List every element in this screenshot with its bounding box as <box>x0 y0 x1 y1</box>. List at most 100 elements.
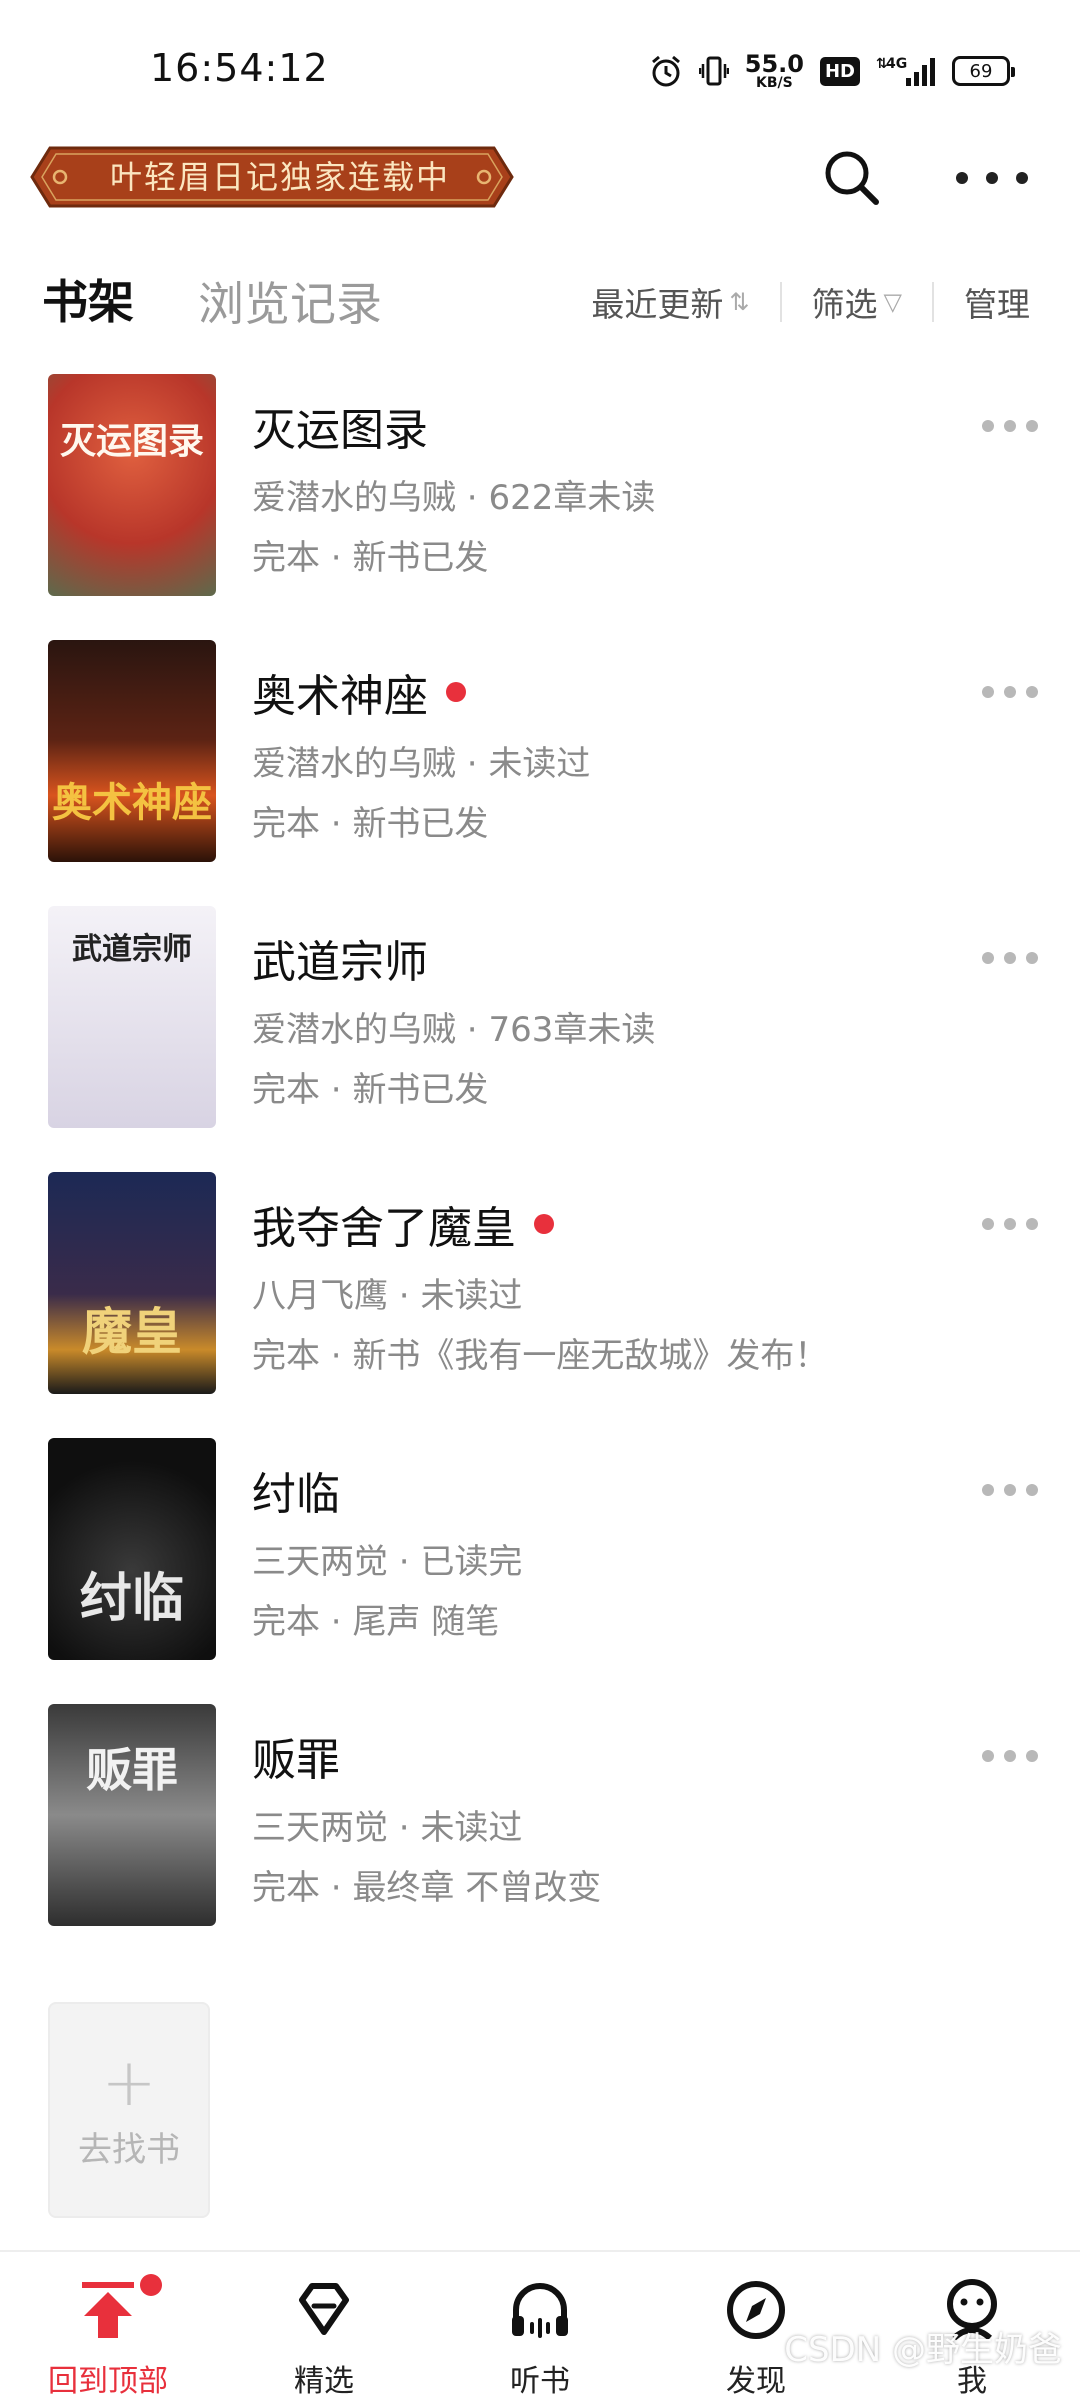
tab-bookshelf[interactable]: 书架 <box>42 266 134 332</box>
more-icon[interactable] <box>982 420 1038 432</box>
nav-item[interactable]: 听书 <box>432 2252 648 2400</box>
meta-separator: · <box>388 1542 421 1582</box>
book-title-text: 我夺舍了魔皇 <box>252 1203 516 1254</box>
shelf-tabs: 书架 浏览记录 最近更新 ⇅ 筛选 ▽ 管理 <box>0 262 1080 342</box>
book-title-text: 贩罪 <box>252 1735 340 1786</box>
more-icon[interactable] <box>956 146 1028 210</box>
book-title-text: 奥术神座 <box>252 671 428 722</box>
hd-badge: HD <box>819 56 860 86</box>
cover-title: 魔皇 <box>82 1302 182 1361</box>
book-status: 完本 · 新书已发 <box>252 796 488 845</box>
more-icon[interactable] <box>982 686 1038 698</box>
book-meta: 爱潜水的乌贼 · 未读过 <box>252 736 590 785</box>
book-status-label: 完本 <box>252 1602 320 1642</box>
app-header: 叶轻眉日记独家连载中 <box>0 140 1080 236</box>
book-progress: 未读过 <box>420 1276 523 1316</box>
status-icons: 55.0 KB/S HD ⇅ 4G 69 <box>649 50 1015 92</box>
book-title-text: 纣临 <box>252 1469 340 1520</box>
book-cover[interactable]: 武道宗师 <box>48 906 216 1128</box>
meta-separator: · <box>388 1276 421 1316</box>
more-icon[interactable] <box>982 1750 1038 1762</box>
filter-icon: ▽ <box>883 288 902 316</box>
alarm-icon <box>649 54 683 88</box>
shelf-tools: 最近更新 ⇅ 筛选 ▽ 管理 <box>591 278 1030 326</box>
signal-icon: ⇅ 4G <box>876 54 936 88</box>
book-item[interactable]: 灭运图录 灭运图录 爱潜水的乌贼 · 622章未读 完本 · 新书已发 <box>0 374 1080 596</box>
banner-text: 叶轻眉日记独家连载中 <box>109 158 450 196</box>
book-status-label: 完本 <box>252 1336 320 1376</box>
book-author: 三天两觉 <box>252 1542 388 1582</box>
book-title: 灭运图录 <box>252 394 428 458</box>
meta-separator: · <box>456 744 489 784</box>
meta-separator: · <box>456 478 489 518</box>
book-cover[interactable]: 贩罪 <box>48 1704 216 1926</box>
book-item[interactable]: 魔皇 我夺舍了魔皇 八月飞鹰 · 未读过 完本 · 新书《我有一座无敌城》发布！ <box>0 1172 1080 1394</box>
cover-title: 奥术神座 <box>52 779 212 826</box>
book-author: 爱潜水的乌贼 <box>252 1010 456 1050</box>
book-progress: 已读完 <box>420 1542 523 1582</box>
divider <box>932 282 934 322</box>
book-latest-note: 新书已发 <box>352 1070 489 1110</box>
filter-button[interactable]: 筛选 ▽ <box>812 278 902 326</box>
book-progress: 未读过 <box>488 744 591 784</box>
book-progress: 未读过 <box>420 1808 523 1848</box>
plus-icon: + <box>101 2043 157 2121</box>
tab-browse-history[interactable]: 浏览记录 <box>198 268 382 334</box>
book-progress: 622章未读 <box>488 478 656 518</box>
book-title: 我夺舍了魔皇 <box>252 1192 554 1256</box>
nav-item[interactable]: 精选 <box>216 2252 432 2400</box>
update-dot <box>446 682 466 702</box>
status-time: 16:54:12 <box>150 46 329 90</box>
promo-banner[interactable]: 叶轻眉日记独家连载中 <box>30 144 514 210</box>
meta-separator: · <box>388 1808 421 1848</box>
book-author: 三天两觉 <box>252 1808 388 1848</box>
search-icon[interactable] <box>820 146 884 210</box>
book-cover[interactable]: 奥术神座 <box>48 640 216 862</box>
book-status-label: 完本 <box>252 804 320 844</box>
book-title-text: 武道宗师 <box>252 937 428 988</box>
book-item[interactable]: 武道宗师 武道宗师爱潜水的乌贼 · 763章未读 完本 · 新书已发 <box>0 906 1080 1128</box>
cover-title: 武道宗师 <box>72 932 192 967</box>
nav-item[interactable]: 回到顶部 <box>0 2252 216 2400</box>
battery-indicator: 69 <box>952 56 1015 86</box>
status-bar: 16:54:12 55.0 KB/S HD ⇅ 4G 69 <box>0 0 1080 140</box>
book-cover[interactable]: 魔皇 <box>48 1172 216 1394</box>
book-item[interactable]: 贩罪 贩罪三天两觉 · 未读过完本 · 最终章 不曾改变 <box>0 1704 1080 1926</box>
book-latest-note: 新书已发 <box>352 538 489 578</box>
book-status: 完本 · 新书已发 <box>252 530 488 579</box>
status-separator: · <box>320 1070 353 1110</box>
find-book-button[interactable]: + 去找书 <box>48 2002 210 2218</box>
book-status: 完本 · 新书已发 <box>252 1062 488 1111</box>
book-meta: 三天两觉 · 未读过 <box>252 1800 522 1849</box>
manage-button[interactable]: 管理 <box>964 278 1030 326</box>
book-status: 完本 · 新书《我有一座无敌城》发布！ <box>252 1328 828 1377</box>
book-status-label: 完本 <box>252 538 320 578</box>
book-latest-note: 尾声 随笔 <box>352 1602 500 1642</box>
sort-button[interactable]: 最近更新 ⇅ <box>591 278 749 326</box>
book-meta: 爱潜水的乌贼 · 763章未读 <box>252 1002 655 1051</box>
book-title-text: 灭运图录 <box>252 405 428 456</box>
more-icon[interactable] <box>982 952 1038 964</box>
book-author: 八月飞鹰 <box>252 1276 388 1316</box>
book-status-label: 完本 <box>252 1868 320 1908</box>
headphones-icon <box>504 2274 576 2346</box>
book-meta: 爱潜水的乌贼 · 622章未读 <box>252 470 655 519</box>
book-status: 完本 · 最终章 不曾改变 <box>252 1860 601 1909</box>
more-icon[interactable] <box>982 1484 1038 1496</box>
cover-title: 纣临 <box>79 1568 184 1629</box>
book-title: 贩罪 <box>252 1724 340 1788</box>
book-cover[interactable]: 灭运图录 <box>48 374 216 596</box>
book-cover[interactable]: 纣临 <box>48 1438 216 1660</box>
update-dot <box>534 1214 554 1234</box>
book-item[interactable]: 奥术神座 奥术神座 爱潜水的乌贼 · 未读过 完本 · 新书已发 <box>0 640 1080 862</box>
cover-title: 贩罪 <box>86 1743 178 1797</box>
divider <box>779 282 782 322</box>
book-item[interactable]: 纣临 纣临 三天两觉 · 已读完 完本 · 尾声 随笔 <box>0 1438 1080 1660</box>
book-meta: 八月飞鹰 · 未读过 <box>252 1268 522 1317</box>
book-latest-note: 新书《我有一座无敌城》发布！ <box>352 1336 829 1376</box>
status-separator: · <box>320 1336 353 1376</box>
book-title: 奥术神座 <box>252 660 466 724</box>
compass-icon <box>720 2274 792 2346</box>
book-title: 武道宗师 <box>252 926 428 990</box>
more-icon[interactable] <box>982 1218 1038 1230</box>
